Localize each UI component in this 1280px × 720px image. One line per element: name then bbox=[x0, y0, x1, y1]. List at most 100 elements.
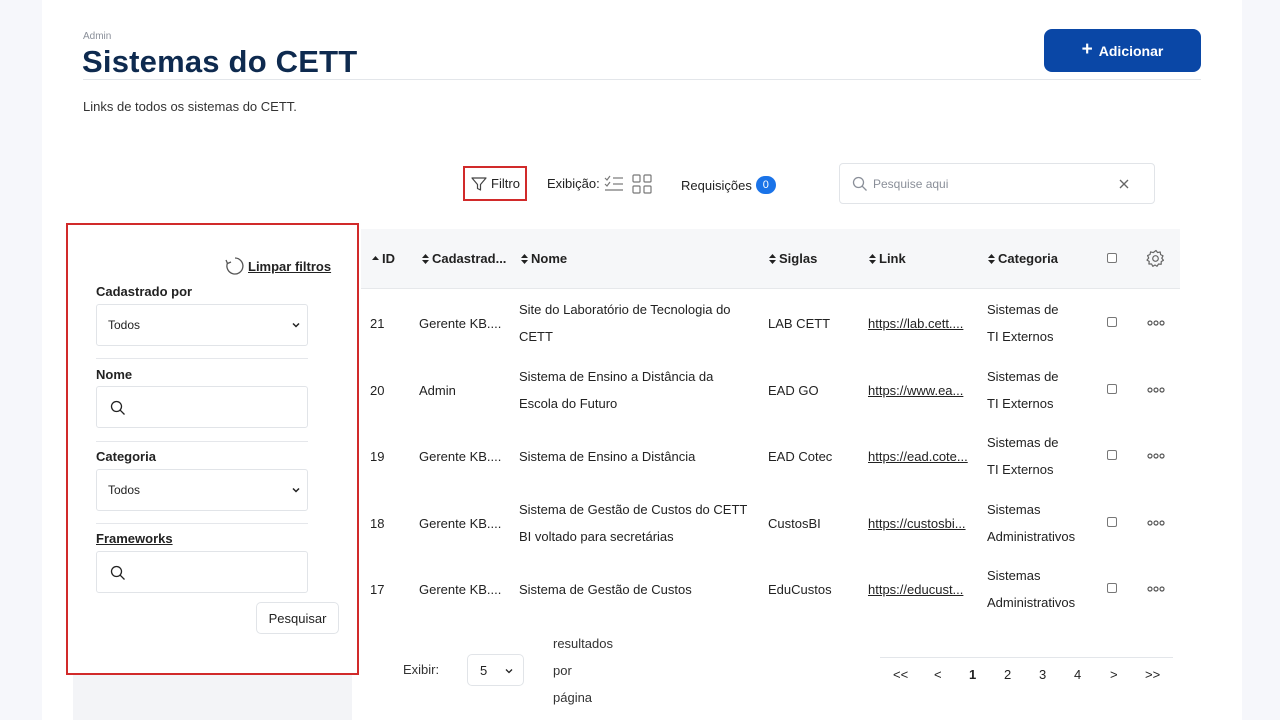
page-3-button[interactable]: 3 bbox=[1039, 667, 1046, 682]
previous-page-button[interactable]: < bbox=[934, 667, 942, 682]
page-2-button[interactable]: 2 bbox=[1004, 667, 1011, 682]
page-size-select[interactable]: 5 bbox=[467, 654, 524, 686]
select-all-checkbox[interactable] bbox=[1107, 253, 1117, 263]
cell-category-line2: Administrativos bbox=[987, 529, 1076, 544]
cell-id: 18 bbox=[370, 516, 385, 531]
add-button-label: Adicionar bbox=[1098, 42, 1164, 59]
table-row[interactable]: 20 Admin Sistema de Ensino a Distância d… bbox=[361, 357, 1180, 424]
category-select[interactable]: Todos bbox=[96, 469, 308, 511]
cell-link[interactable]: https://www.ea... bbox=[868, 377, 971, 404]
cell-id: 20 bbox=[370, 383, 385, 398]
filter-divider bbox=[96, 523, 308, 524]
search-icon bbox=[110, 565, 125, 580]
column-header-category[interactable]: Categoria bbox=[987, 251, 1058, 266]
page-subtitle: Links de todos os sistemas do CETT. bbox=[83, 99, 297, 114]
row-checkbox[interactable] bbox=[1107, 317, 1117, 327]
column-header-acronyms[interactable]: Siglas bbox=[768, 251, 817, 266]
page-title: Sistemas do CETT bbox=[82, 44, 358, 79]
filter-button[interactable]: Filtro bbox=[463, 166, 527, 201]
list-view-icon[interactable] bbox=[604, 175, 624, 193]
chevron-down-icon bbox=[292, 322, 300, 328]
last-page-button[interactable]: >> bbox=[1145, 667, 1160, 682]
settings-gear-icon[interactable] bbox=[1146, 249, 1166, 269]
next-page-button[interactable]: > bbox=[1110, 667, 1118, 682]
more-options-icon[interactable] bbox=[1147, 453, 1165, 459]
row-checkbox[interactable] bbox=[1107, 583, 1117, 593]
sort-icon bbox=[869, 253, 876, 264]
systems-table: ID Cadastrad... Nome Siglas Link Categor… bbox=[361, 229, 1180, 720]
search-input[interactable] bbox=[873, 173, 1113, 195]
table-row[interactable]: 18 Gerente KB.... Sistema de Gestão de C… bbox=[361, 491, 1180, 558]
more-options-icon[interactable] bbox=[1147, 520, 1165, 526]
search-box bbox=[839, 163, 1155, 204]
cell-name-line1: Sistema de Ensino a Distância da bbox=[519, 369, 714, 384]
sort-icon bbox=[422, 253, 429, 264]
column-header-link[interactable]: Link bbox=[868, 251, 906, 266]
frameworks-filter-label[interactable]: Frameworks bbox=[96, 531, 173, 546]
add-button[interactable]: + Adicionar bbox=[1044, 29, 1201, 72]
cell-category-line2: Administrativos bbox=[987, 595, 1076, 610]
table-header: ID Cadastrad... Nome Siglas Link Categor… bbox=[361, 229, 1180, 289]
cell-category-line1: Sistemas bbox=[987, 568, 1041, 583]
sort-icon bbox=[521, 253, 528, 264]
results-per-page-text: resultados por página bbox=[553, 636, 613, 705]
cell-id: 21 bbox=[370, 316, 385, 331]
more-options-icon[interactable] bbox=[1147, 586, 1165, 592]
cell-link[interactable]: https://educust... bbox=[868, 576, 971, 603]
column-header-name[interactable]: Nome bbox=[520, 251, 567, 266]
page-4-button[interactable]: 4 bbox=[1074, 667, 1081, 682]
name-filter-input[interactable] bbox=[96, 386, 308, 428]
display-label: Exibição: bbox=[547, 176, 600, 191]
cell-acronym: CustosBI bbox=[768, 516, 821, 531]
table-row[interactable]: 19 Gerente KB.... Sistema de Ensino a Di… bbox=[361, 424, 1180, 491]
page-1-button[interactable]: 1 bbox=[969, 667, 976, 682]
filter-divider bbox=[96, 358, 308, 359]
name-filter-label: Nome bbox=[96, 367, 133, 382]
more-options-icon[interactable] bbox=[1147, 387, 1165, 393]
registered-by-label: Cadastrado por bbox=[96, 284, 193, 299]
registered-by-select[interactable]: Todos bbox=[96, 304, 308, 346]
cell-link[interactable]: https://lab.cett.... bbox=[868, 310, 971, 337]
frameworks-filter-input[interactable] bbox=[96, 551, 308, 593]
search-icon bbox=[110, 400, 125, 415]
cell-registered-by: Gerente KB.... bbox=[419, 316, 502, 331]
clear-filters-link[interactable]: Limpar filtros bbox=[224, 256, 331, 276]
cell-name-line1: Sistema de Gestão de Custos bbox=[519, 582, 692, 597]
search-submit-button[interactable]: Pesquisar bbox=[256, 602, 339, 634]
first-page-button[interactable]: << bbox=[893, 667, 908, 682]
breadcrumb[interactable]: Admin bbox=[83, 31, 111, 42]
requests-label: Requisições bbox=[681, 177, 752, 193]
cell-acronym: EAD GO bbox=[768, 383, 819, 398]
table-row[interactable]: 17 Gerente KB.... Sistema de Gestão de C… bbox=[361, 558, 1180, 625]
reset-icon bbox=[225, 257, 244, 275]
cell-category-line2: TI Externos bbox=[987, 462, 1054, 477]
category-filter-label: Categoria bbox=[96, 449, 156, 464]
column-header-registered-by[interactable]: Cadastrad... bbox=[421, 251, 506, 266]
cell-name-line1: Sistema de Ensino a Distância bbox=[519, 449, 696, 464]
cell-name-line1: Site do Laboratório de Tecnologia do bbox=[519, 302, 731, 317]
title-divider bbox=[83, 79, 1201, 80]
table-row[interactable]: 21 Gerente KB.... Site do Laboratório de… bbox=[361, 290, 1180, 357]
more-options-icon[interactable] bbox=[1147, 320, 1165, 326]
clear-filters-label: Limpar filtros bbox=[248, 258, 332, 274]
sort-icon bbox=[769, 253, 776, 264]
plus-icon: + bbox=[1081, 39, 1093, 60]
row-checkbox[interactable] bbox=[1107, 450, 1117, 460]
cell-category-line2: TI Externos bbox=[987, 396, 1054, 411]
grid-view-icon[interactable] bbox=[632, 174, 652, 194]
clear-search-icon[interactable] bbox=[1118, 178, 1130, 190]
cell-acronym: EduCustos bbox=[768, 582, 832, 597]
column-header-id[interactable]: ID bbox=[371, 251, 395, 266]
filter-icon bbox=[471, 176, 487, 191]
requests-link[interactable]: Requisições 0 bbox=[681, 176, 776, 194]
cell-name-line2: Escola do Futuro bbox=[519, 396, 618, 411]
page-size-label: Exibir: bbox=[403, 662, 440, 677]
row-checkbox[interactable] bbox=[1107, 384, 1117, 394]
search-icon bbox=[852, 176, 867, 191]
cell-category-line1: Sistemas de bbox=[987, 302, 1059, 317]
cell-category-line1: Sistemas de bbox=[987, 435, 1059, 450]
cell-link[interactable]: https://custosbi... bbox=[868, 510, 971, 537]
cell-link[interactable]: https://ead.cote... bbox=[868, 443, 971, 470]
cell-name-line2: BI voltado para secretárias bbox=[519, 529, 674, 544]
row-checkbox[interactable] bbox=[1107, 517, 1117, 527]
